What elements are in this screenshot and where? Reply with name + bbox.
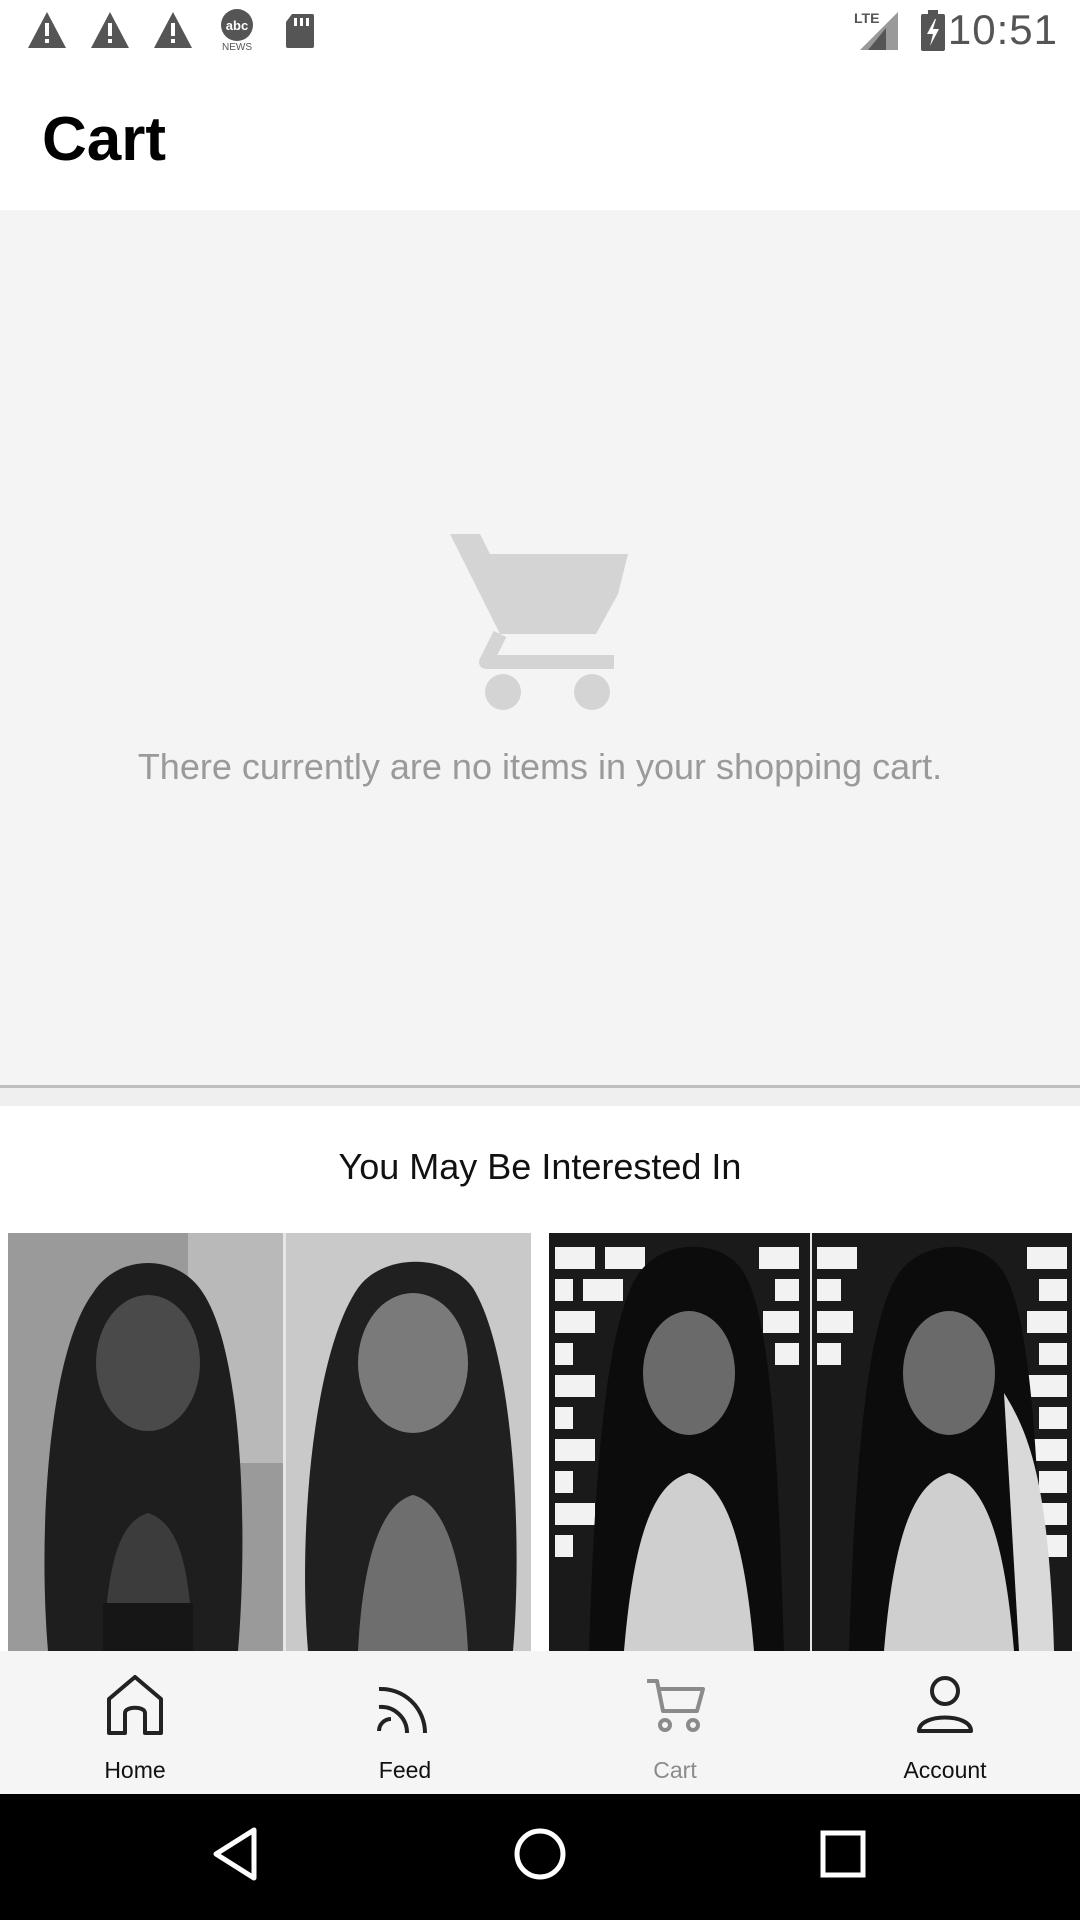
nav-label: Account: [903, 1757, 987, 1783]
nav-item-account[interactable]: Account: [810, 1651, 1080, 1794]
back-icon[interactable]: [210, 1824, 260, 1884]
product-image: [8, 1233, 531, 1651]
recents-icon[interactable]: [818, 1824, 868, 1884]
nav-item-home[interactable]: Home: [0, 1651, 270, 1794]
empty-cart-message: There currently are no items in your sho…: [137, 746, 943, 787]
lte-label: LTE: [854, 10, 880, 26]
warning-icon: [154, 12, 192, 48]
section-divider: [0, 1088, 1080, 1106]
empty-cart-panel: There currently are no items in your sho…: [0, 210, 1080, 1088]
home-icon: [107, 1675, 163, 1735]
product-card[interactable]: [8, 1233, 531, 1651]
recommendations-title: You May Be Interested In: [338, 1146, 742, 1187]
cart-icon: [647, 1679, 705, 1732]
product-image: [549, 1233, 1072, 1651]
warning-icon: [91, 12, 129, 48]
status-time: 10:51: [947, 6, 1058, 53]
nav-item-cart[interactable]: Cart: [540, 1651, 810, 1794]
lte-signal-icon: LTE: [852, 10, 900, 52]
page-title: Cart: [42, 105, 167, 174]
nav-label: Home: [104, 1757, 166, 1783]
home-circle-icon[interactable]: [510, 1824, 570, 1884]
product-card[interactable]: [549, 1233, 1072, 1651]
warning-icon: [28, 12, 66, 48]
nav-item-feed[interactable]: Feed: [270, 1651, 540, 1794]
sd-card-icon: [286, 14, 314, 48]
status-bar: abc NEWS LTE 10:51: [0, 0, 1080, 64]
cart-icon: [450, 534, 628, 710]
feed-icon: [377, 1686, 428, 1734]
system-nav-bar: [0, 1794, 1080, 1920]
svg-text:abc: abc: [226, 18, 248, 33]
app-header: Cart: [0, 64, 1080, 210]
abc-news-icon: abc NEWS: [216, 8, 258, 56]
battery-charging-icon: [921, 10, 945, 51]
nav-label: Feed: [378, 1757, 432, 1783]
bottom-nav: Home Feed Cart Account: [0, 1651, 1080, 1794]
nav-label: Cart: [653, 1757, 697, 1783]
account-icon: [917, 1676, 973, 1733]
news-label: NEWS: [222, 42, 252, 53]
